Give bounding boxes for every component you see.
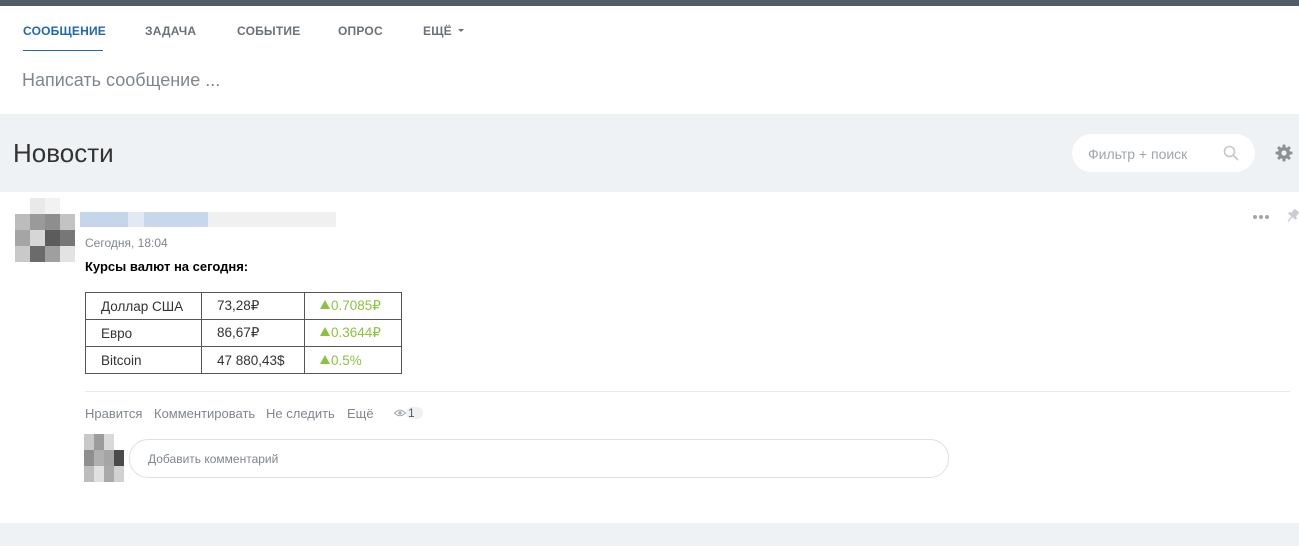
more-icon[interactable] [1252, 214, 1270, 220]
change-value: 0.3644₽ [331, 325, 381, 340]
currency-change: 0.5% [304, 346, 402, 374]
filter-search-input[interactable]: Фильтр + поиск [1072, 134, 1255, 172]
gear-icon[interactable] [1275, 144, 1293, 162]
table-row: Доллар США 73,28₽ 0.7085₽ [85, 292, 402, 320]
message-input[interactable]: Написать сообщение ... [22, 70, 220, 91]
currency-rates-table: Доллар США 73,28₽ 0.7085₽ Евро 86,67₽ 0.… [85, 292, 402, 374]
comment-button[interactable]: Комментировать [154, 406, 255, 421]
author-avatar[interactable] [15, 198, 75, 262]
tab-more[interactable]: ЕЩЁ [423, 24, 464, 38]
post-composer: СООБЩЕНИЕ ЗАДАЧА СОБЫТИЕ ОПРОС ЕЩЁ Напис… [0, 6, 1299, 114]
currency-rate: 47 880,43$ [201, 346, 305, 374]
table-row: Евро 86,67₽ 0.3644₽ [85, 319, 402, 347]
current-user-avatar [84, 434, 124, 482]
like-button[interactable]: Нравится [85, 406, 142, 421]
page-title: Новости [13, 138, 114, 168]
post-divider [85, 391, 1290, 392]
tab-more-label: ЕЩЁ [423, 24, 452, 38]
post-headline: Курсы валют на сегодня: [85, 259, 249, 274]
currency-change: 0.3644₽ [304, 319, 402, 347]
currency-change: 0.7085₽ [304, 292, 402, 320]
more-actions-button[interactable]: Ещё [347, 406, 374, 421]
change-value: 0.5% [331, 352, 362, 368]
tab-task[interactable]: ЗАДАЧА [145, 24, 196, 38]
pin-icon[interactable] [1286, 208, 1299, 224]
chevron-down-icon [457, 29, 464, 32]
news-post: Сегодня, 18:04 Курсы валют на сегодня: Д… [0, 192, 1299, 523]
arrow-up-icon [320, 327, 330, 336]
table-row: Bitcoin 47 880,43$ 0.5% [85, 346, 402, 374]
author-name[interactable] [80, 212, 336, 227]
currency-name: Bitcoin [85, 346, 202, 374]
tab-poll[interactable]: ОПРОС [338, 24, 383, 38]
currency-name: Евро [85, 319, 202, 347]
eye-icon [394, 409, 406, 417]
comment-input[interactable]: Добавить комментарий [129, 439, 949, 478]
unfollow-button[interactable]: Не следить [266, 406, 335, 421]
search-icon[interactable] [1223, 145, 1239, 161]
arrow-up-icon [320, 300, 330, 309]
currency-rate: 73,28₽ [201, 292, 305, 320]
currency-name: Доллар США [85, 292, 202, 320]
composer-tabs: СООБЩЕНИЕ ЗАДАЧА СОБЫТИЕ ОПРОС ЕЩЁ [0, 6, 1299, 51]
change-value: 0.7085₽ [331, 298, 381, 313]
post-timestamp[interactable]: Сегодня, 18:04 [85, 236, 168, 250]
tab-event[interactable]: СОБЫТИЕ [237, 24, 300, 38]
search-placeholder: Фильтр + поиск [1088, 146, 1188, 162]
comment-placeholder: Добавить комментарий [148, 452, 279, 466]
active-tab-indicator [23, 50, 103, 51]
currency-rate: 86,67₽ [201, 319, 305, 347]
tab-message[interactable]: СООБЩЕНИЕ [23, 24, 106, 38]
views-count: 1 [406, 407, 423, 419]
arrow-up-icon [320, 354, 330, 364]
